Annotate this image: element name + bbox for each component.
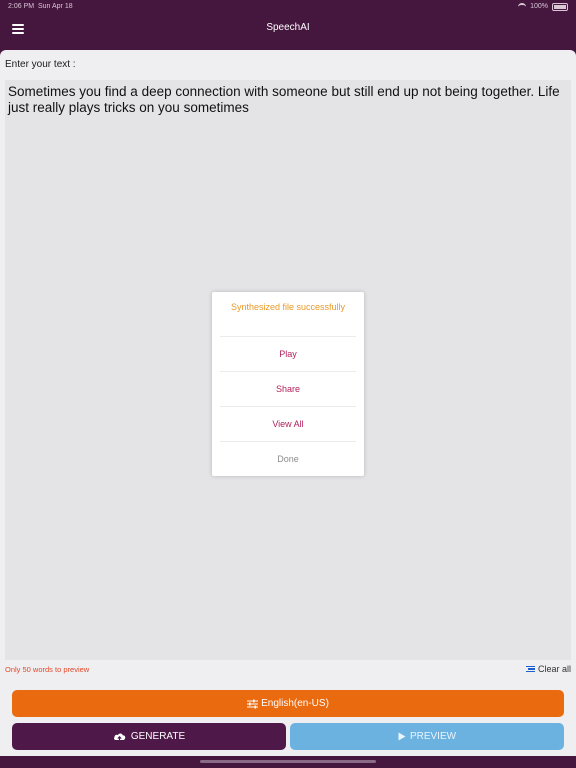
dialog-message: Synthesized file successfully [230,302,346,312]
home-indicator [200,760,376,763]
cloud-upload-icon [113,732,126,741]
generate-label: GENERATE [130,731,186,742]
sliders-icon [247,699,259,708]
battery-icon [552,3,568,11]
preview-button[interactable]: PREVIEW [290,723,564,750]
dialog-done-option[interactable]: Done [220,441,356,477]
status-indicators: 100% [518,0,568,14]
wifi-icon [518,3,527,11]
status-time: 2:06 PM [8,3,35,10]
status-time-date: 2:06 PM Sun Apr 18 [8,0,73,14]
preview-label: PREVIEW [409,731,457,742]
dialog-share-option[interactable]: Share [220,371,356,407]
navigation-bar: SpeechAI [0,14,576,46]
clear-all-label: Clear all [537,664,571,674]
language-select-button[interactable]: English(en-US) [12,690,564,717]
language-label: English(en-US) [261,698,329,709]
preview-limit-note: Only 50 words to preview [5,665,90,674]
status-date: Sun Apr 18 [37,3,73,10]
battery-percent: 100% [530,3,548,10]
app-title: SpeechAI [266,22,310,33]
clear-all-button[interactable]: Clear all [525,664,571,674]
dialog-play-option[interactable]: Play [220,336,356,372]
dialog-view-all-option[interactable]: View All [220,406,356,442]
text-input-label: Enter your text : [5,59,76,70]
success-dialog: Synthesized file successfully Play Share… [212,292,364,476]
status-bar: 2:06 PM Sun Apr 18 100% [0,0,576,14]
generate-button[interactable]: GENERATE [12,723,286,750]
play-icon [398,732,406,741]
lines-icon [525,665,535,673]
